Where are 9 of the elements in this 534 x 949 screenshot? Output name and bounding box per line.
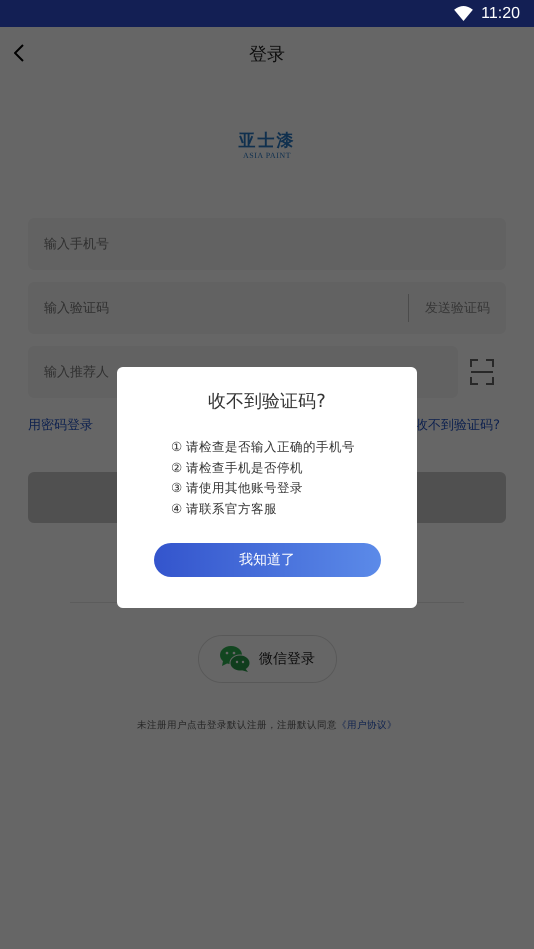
- footer-notice: 未注册用户点击登录默认注册，注册默认同意《用户协议》: [136, 719, 398, 732]
- tip-item: ④ 请联系官方客服: [171, 500, 278, 517]
- tip-item: ③ 请使用其他账号登录: [171, 480, 304, 496]
- status-time: 11:20: [481, 4, 520, 22]
- logo-name: 亚士漆: [238, 132, 296, 151]
- tip-item: ② 请检查手机是否停机: [171, 460, 304, 476]
- logo-tagline: ASIA PAINT: [242, 151, 292, 160]
- page-title: 登录: [249, 42, 285, 66]
- tip-item: ① 请检查是否输入正确的手机号: [171, 439, 356, 456]
